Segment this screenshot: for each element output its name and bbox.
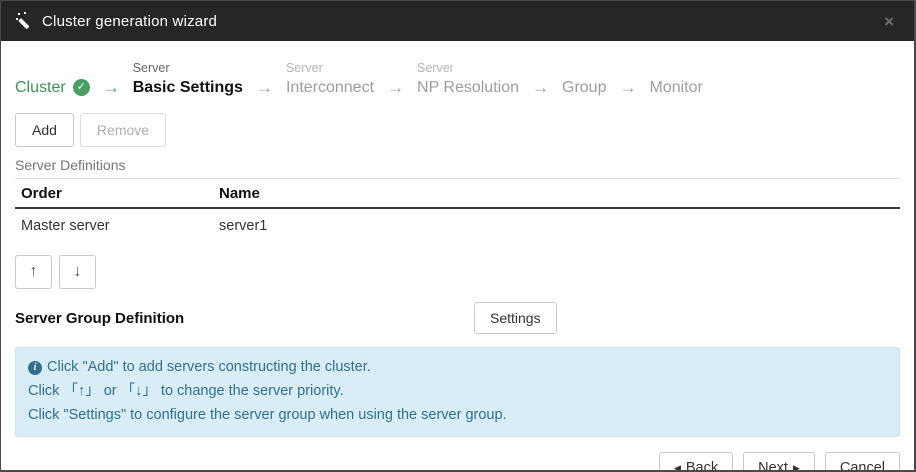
cell-name: server1: [219, 218, 267, 234]
move-up-button[interactable]: ↑: [15, 255, 52, 289]
step-arrow-icon: →: [619, 77, 636, 98]
info-box: i Click "Add" to add servers constructing…: [15, 347, 900, 437]
step-arrow-icon: →: [256, 77, 273, 98]
step-np-resolution: Server NP Resolution: [417, 59, 519, 98]
back-arrow-icon: ◀: [674, 464, 681, 472]
info-line: Click 「↑」 or 「↓」 to change the server pr…: [28, 379, 887, 403]
remove-button[interactable]: Remove: [80, 113, 166, 147]
settings-button[interactable]: Settings: [474, 302, 557, 334]
step-arrow-icon: →: [532, 77, 549, 98]
close-icon[interactable]: ×: [880, 11, 898, 32]
step-label: Group: [562, 77, 606, 98]
back-button-label: Back: [686, 460, 718, 472]
dialog-titlebar: Cluster generation wizard ×: [1, 1, 914, 41]
move-down-button[interactable]: ↓: [59, 255, 96, 289]
info-text: Click "Add" to add servers constructing …: [47, 359, 371, 375]
server-definitions-table: Order Name Master server server1: [15, 178, 900, 242]
footer-buttons: ◀ Back Next ▶ Cancel: [15, 452, 900, 472]
info-icon: i: [28, 361, 42, 375]
step-sublabel: Server: [133, 59, 243, 77]
step-group: Group: [562, 59, 606, 98]
next-button[interactable]: Next ▶: [743, 452, 815, 472]
server-group-label: Server Group Definition: [15, 310, 184, 327]
step-cluster: Cluster ✓: [15, 59, 90, 98]
server-toolbar: Add Remove: [15, 113, 900, 147]
cluster-generation-wizard-dialog: Cluster generation wizard × Cluster ✓ → …: [0, 0, 916, 472]
step-label: Cluster: [15, 77, 66, 98]
back-button[interactable]: ◀ Back: [659, 452, 733, 472]
next-button-label: Next: [758, 460, 788, 472]
dialog-content: Cluster ✓ → Server Basic Settings → Serv…: [1, 41, 914, 472]
next-arrow-icon: ▶: [793, 464, 800, 472]
step-label: Basic Settings: [133, 77, 243, 98]
table-header-row: Order Name: [15, 178, 900, 209]
step-label: NP Resolution: [417, 77, 519, 98]
step-monitor: Monitor: [649, 59, 702, 98]
step-sublabel: Server: [417, 59, 519, 77]
step-label: Monitor: [649, 77, 702, 98]
step-sublabel: [562, 59, 606, 77]
add-button[interactable]: Add: [15, 113, 74, 147]
step-sublabel: [649, 59, 702, 77]
step-arrow-icon: →: [103, 77, 120, 98]
dialog-title: Cluster generation wizard: [42, 13, 217, 30]
wizard-steps: Cluster ✓ → Server Basic Settings → Serv…: [15, 59, 900, 98]
info-line: i Click "Add" to add servers constructing…: [28, 355, 887, 379]
cancel-button[interactable]: Cancel: [825, 452, 900, 472]
server-definitions-caption: Server Definitions: [15, 157, 900, 173]
step-sublabel: [15, 59, 90, 77]
step-complete-check-icon: ✓: [73, 79, 90, 96]
step-interconnect: Server Interconnect: [286, 59, 374, 98]
info-line: Click "Settings" to configure the server…: [28, 403, 887, 427]
magic-wand-icon: [15, 11, 35, 31]
step-sublabel: Server: [286, 59, 374, 77]
step-arrow-icon: →: [387, 77, 404, 98]
column-header-name: Name: [219, 185, 260, 202]
step-label: Interconnect: [286, 77, 374, 98]
priority-controls: ↑ ↓: [15, 255, 900, 289]
column-header-order: Order: [21, 185, 219, 202]
cell-order: Master server: [21, 218, 219, 234]
step-basic-settings: Server Basic Settings: [133, 59, 243, 98]
server-group-row: Server Group Definition Settings: [15, 302, 900, 334]
table-row[interactable]: Master server server1: [15, 209, 900, 242]
